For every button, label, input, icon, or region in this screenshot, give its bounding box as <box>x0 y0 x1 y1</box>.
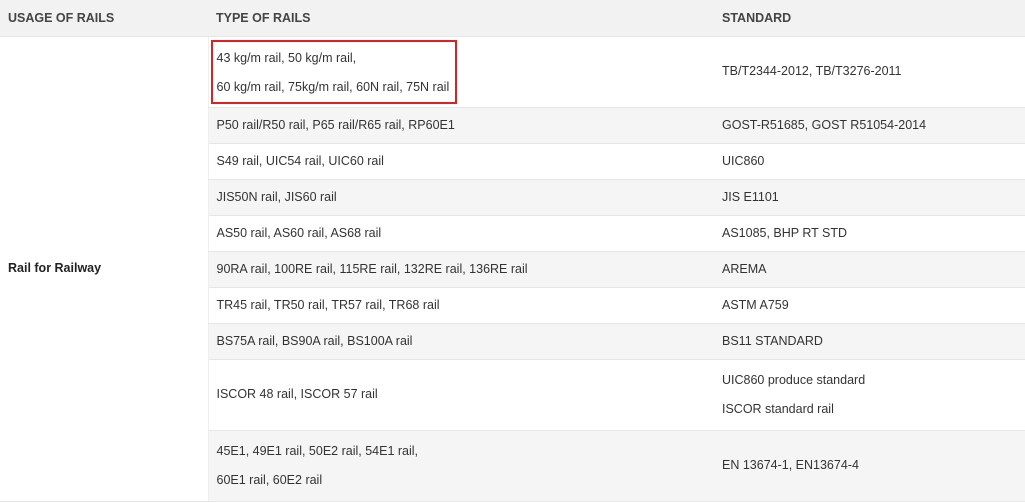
type-cell: BS75A rail, BS90A rail, BS100A rail <box>208 323 714 360</box>
type-line: 60 kg/m rail, 75kg/m rail, 60N rail, 75N… <box>216 79 450 94</box>
table-row: Rail for Railway 43 kg/m rail, 50 kg/m r… <box>0 36 1025 502</box>
type-cell: JIS50N rail, JIS60 rail <box>208 179 714 216</box>
standard-cell: ASTM A759 <box>714 287 1025 324</box>
header-type: TYPE OF RAILS <box>208 0 714 37</box>
standard-cell: TB/T2344-2012, TB/T3276-2011 <box>714 36 1025 108</box>
usage-cell: Rail for Railway <box>0 36 209 502</box>
header-usage: USAGE OF RAILS <box>0 0 208 37</box>
table-header-row: USAGE OF RAILS TYPE OF RAILS STANDARD <box>0 0 1025 37</box>
type-cell: S49 rail, UIC54 rail, UIC60 rail <box>208 143 714 180</box>
standard-cell: UIC860 produce standard ISCOR standard r… <box>714 359 1025 431</box>
type-cell: 90RA rail, 100RE rail, 115RE rail, 132RE… <box>208 251 714 288</box>
standard-line: UIC860 produce standard <box>722 372 866 387</box>
highlight-box: 43 kg/m rail, 50 kg/m rail, 60 kg/m rail… <box>210 39 458 104</box>
rails-table: USAGE OF RAILS TYPE OF RAILS STANDARD Ra… <box>0 0 1025 502</box>
standard-cell: EN 13674-1, EN13674-4 <box>714 430 1025 502</box>
type-line: 43 kg/m rail, 50 kg/m rail, <box>216 50 357 65</box>
type-cell: 43 kg/m rail, 50 kg/m rail, 60 kg/m rail… <box>208 36 714 108</box>
standard-cell: UIC860 <box>714 143 1025 180</box>
standard-cell: GOST-R51685, GOST R51054-2014 <box>714 107 1025 144</box>
standard-line: ISCOR standard rail <box>722 401 834 416</box>
type-cell: AS50 rail, AS60 rail, AS68 rail <box>208 215 714 252</box>
type-cell: ISCOR 48 rail, ISCOR 57 rail <box>208 359 714 431</box>
type-cell: 45E1, 49E1 rail, 50E2 rail, 54E1 rail, 6… <box>208 430 714 502</box>
standard-cell: JIS E1101 <box>714 179 1025 216</box>
type-cell: P50 rail/R50 rail, P65 rail/R65 rail, RP… <box>208 107 714 144</box>
standard-cell: AREMA <box>714 251 1025 288</box>
type-cell: TR45 rail, TR50 rail, TR57 rail, TR68 ra… <box>208 287 714 324</box>
type-line: 60E1 rail, 60E2 rail <box>216 472 323 487</box>
standard-cell: BS11 STANDARD <box>714 323 1025 360</box>
header-standard: STANDARD <box>714 0 1025 37</box>
type-line: 45E1, 49E1 rail, 50E2 rail, 54E1 rail, <box>216 443 419 458</box>
standard-cell: AS1085, BHP RT STD <box>714 215 1025 252</box>
